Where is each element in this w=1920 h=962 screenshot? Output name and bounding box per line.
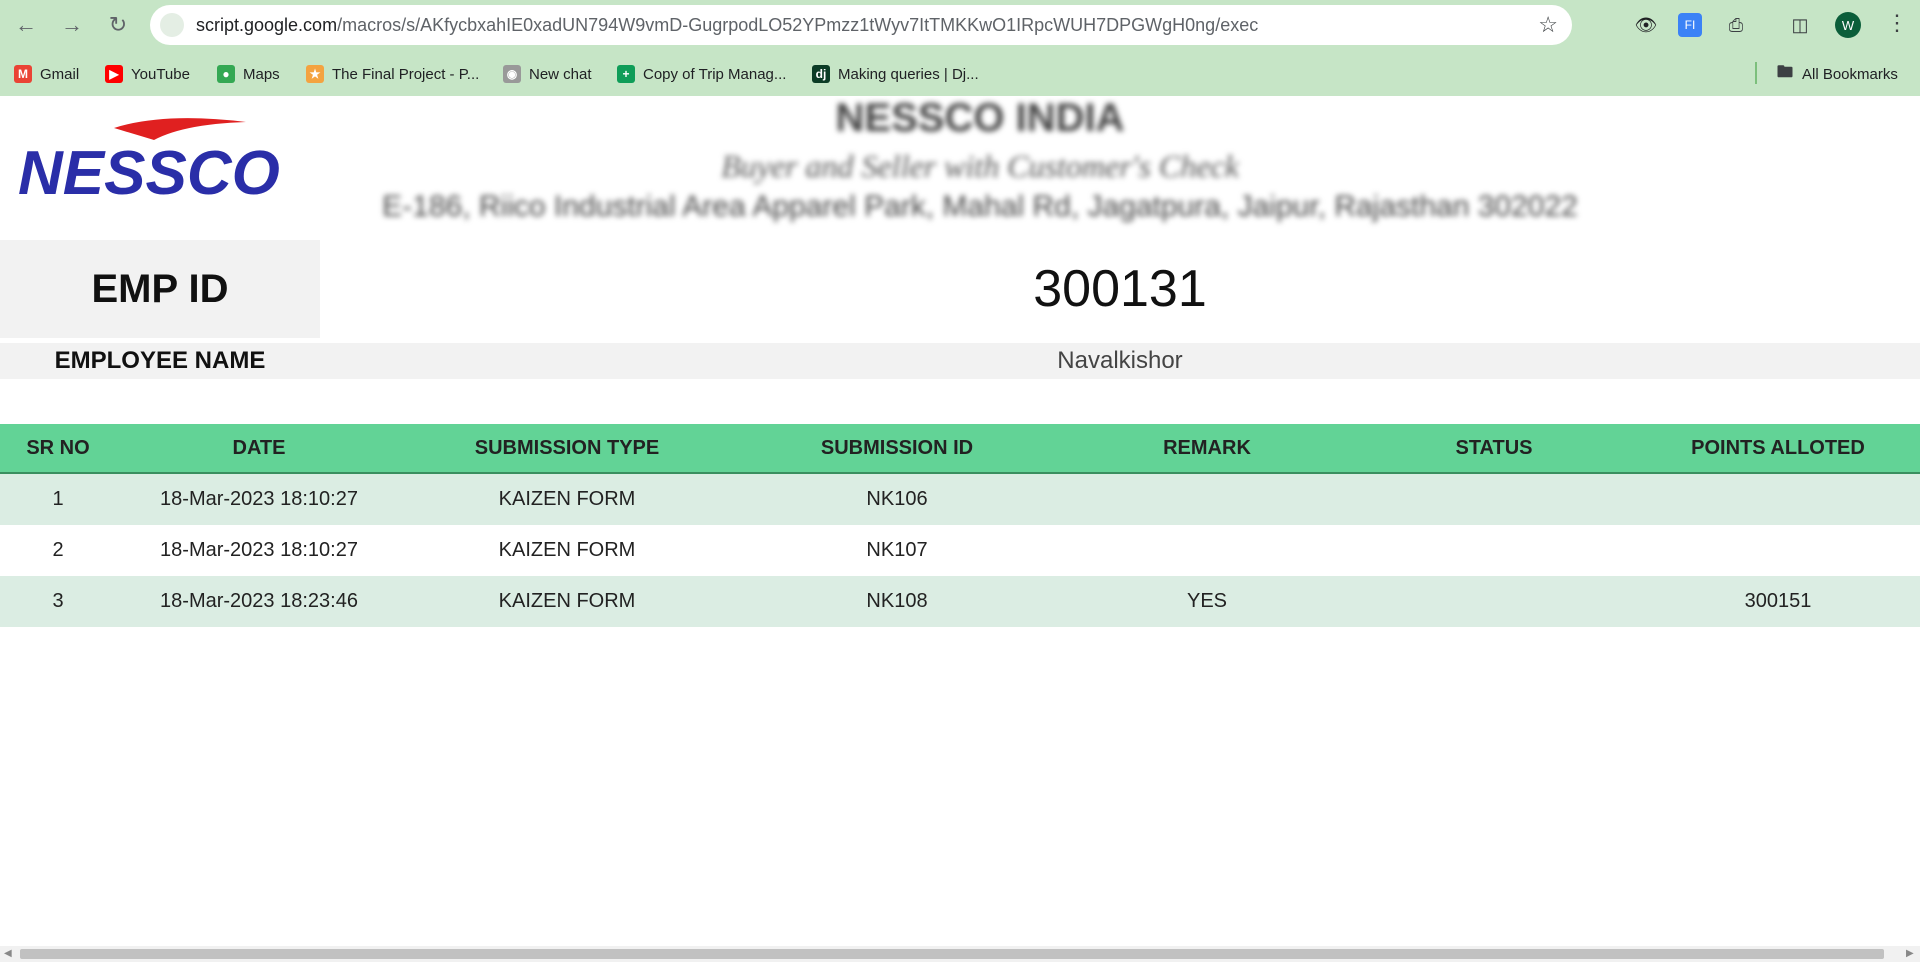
gmail-icon: M bbox=[14, 65, 32, 83]
bookmark-star-icon[interactable]: ☆ bbox=[1538, 13, 1558, 37]
scrollbar-thumb[interactable] bbox=[20, 949, 1884, 959]
django-icon: dj bbox=[812, 65, 830, 83]
cell-remark bbox=[1062, 525, 1352, 576]
bookmark-trip-manager[interactable]: + Copy of Trip Manag... bbox=[617, 63, 786, 85]
url-text[interactable]: script.google.com/macros/s/AKfycbxahIE0x… bbox=[196, 5, 1258, 45]
youtube-icon: ▶ bbox=[105, 65, 123, 83]
cell-sr-no: 2 bbox=[0, 525, 116, 576]
cell-points bbox=[1636, 525, 1920, 576]
cell-submission-id: NK107 bbox=[732, 525, 1062, 576]
submissions-table: SR NO DATE SUBMISSION TYPE SUBMISSION ID… bbox=[0, 424, 1920, 627]
horizontal-scrollbar[interactable]: ◀ ▶ bbox=[0, 946, 1920, 962]
reload-icon[interactable]: ↻ bbox=[104, 11, 132, 39]
cell-date: 18-Mar-2023 18:23:46 bbox=[116, 576, 402, 627]
bookmark-gmail[interactable]: M Gmail bbox=[14, 63, 79, 85]
col-submission-id: SUBMISSION ID bbox=[732, 424, 1062, 474]
col-submission-type: SUBMISSION TYPE bbox=[402, 424, 732, 474]
cell-remark bbox=[1062, 473, 1352, 525]
employee-name-row: EMPLOYEE NAME Navalkishor bbox=[0, 343, 1920, 379]
col-remark: REMARK bbox=[1062, 424, 1352, 474]
forward-icon[interactable]: → bbox=[58, 11, 86, 39]
maps-icon: ● bbox=[217, 65, 235, 83]
bookmark-youtube[interactable]: ▶ YouTube bbox=[105, 63, 190, 85]
extension-fi-icon[interactable]: FI bbox=[1678, 13, 1702, 37]
emp-id-label: EMP ID bbox=[0, 240, 320, 338]
employee-name-label: EMPLOYEE NAME bbox=[54, 347, 266, 374]
table-row: 1 18-Mar-2023 18:10:27 KAIZEN FORM NK106 bbox=[0, 473, 1920, 525]
table-row: 2 18-Mar-2023 18:10:27 KAIZEN FORM NK107 bbox=[0, 525, 1920, 576]
bookmark-new-chat[interactable]: ◉ New chat bbox=[503, 63, 592, 85]
cell-submission-id: NK108 bbox=[732, 576, 1062, 627]
table-header-row: SR NO DATE SUBMISSION TYPE SUBMISSION ID… bbox=[0, 424, 1920, 474]
company-address: E-186, Riico Industrial Area Apparel Par… bbox=[382, 190, 1578, 223]
site-settings-icon[interactable] bbox=[160, 13, 184, 37]
bookmark-making-queries[interactable]: dj Making queries | Dj... bbox=[812, 63, 979, 85]
bookmark-final-project[interactable]: ★ The Final Project - P... bbox=[306, 63, 479, 85]
cell-status bbox=[1352, 473, 1636, 525]
col-sr-no: SR NO bbox=[0, 424, 116, 474]
side-panel-icon[interactable]: ◫ bbox=[1788, 13, 1812, 37]
project-icon: ★ bbox=[306, 65, 324, 83]
cell-submission-type: KAIZEN FORM bbox=[402, 525, 732, 576]
company-name: NESSCO INDIA bbox=[835, 96, 1125, 140]
back-icon[interactable]: ← bbox=[12, 11, 40, 39]
company-tagline: Buyer and Seller with Customer's Check bbox=[721, 148, 1239, 184]
extension-icon[interactable]: 👁 bbox=[1634, 13, 1658, 37]
folder-icon: 🖿 bbox=[1776, 63, 1793, 81]
cell-points: 300151 bbox=[1636, 576, 1920, 627]
col-points-alloted: POINTS ALLOTED bbox=[1636, 424, 1920, 474]
cell-status bbox=[1352, 525, 1636, 576]
all-bookmarks[interactable]: 🖿 All Bookmarks bbox=[1776, 63, 1898, 85]
emp-id-value: 300131 bbox=[1033, 260, 1207, 318]
employee-name-value: Navalkishor bbox=[1057, 347, 1183, 374]
col-status: STATUS bbox=[1352, 424, 1636, 474]
cell-sr-no: 1 bbox=[0, 473, 116, 525]
cell-sr-no: 3 bbox=[0, 576, 116, 627]
bookmarks-separator bbox=[1755, 62, 1757, 84]
profile-avatar[interactable]: W bbox=[1835, 12, 1861, 38]
cell-submission-id: NK106 bbox=[732, 473, 1062, 525]
table-row: 3 18-Mar-2023 18:23:46 KAIZEN FORM NK108… bbox=[0, 576, 1920, 627]
cell-date: 18-Mar-2023 18:10:27 bbox=[116, 473, 402, 525]
scroll-left-icon[interactable]: ◀ bbox=[4, 948, 12, 959]
browser-toolbar: ← → ↻ script.google.com/macros/s/AKfycbx… bbox=[0, 0, 1920, 50]
cell-points bbox=[1636, 473, 1920, 525]
bookmarks-bar: M Gmail ▶ YouTube ● Maps ★ The Final Project… bbox=[0, 50, 1920, 96]
cell-status bbox=[1352, 576, 1636, 627]
cell-remark: YES bbox=[1062, 576, 1352, 627]
address-bar[interactable]: script.google.com/macros/s/AKfycbxahIE0x… bbox=[150, 5, 1572, 45]
cell-date: 18-Mar-2023 18:10:27 bbox=[116, 525, 402, 576]
more-menu-icon[interactable]: ⋮ bbox=[1886, 10, 1908, 36]
bookmark-maps[interactable]: ● Maps bbox=[217, 63, 280, 85]
col-date: DATE bbox=[116, 424, 402, 474]
cell-submission-type: KAIZEN FORM bbox=[402, 473, 732, 525]
cell-submission-type: KAIZEN FORM bbox=[402, 576, 732, 627]
extensions-puzzle-icon[interactable]: ⎙ bbox=[1724, 13, 1748, 37]
scroll-right-icon[interactable]: ▶ bbox=[1906, 948, 1914, 959]
chat-icon: ◉ bbox=[503, 65, 521, 83]
sheets-icon: + bbox=[617, 65, 635, 83]
